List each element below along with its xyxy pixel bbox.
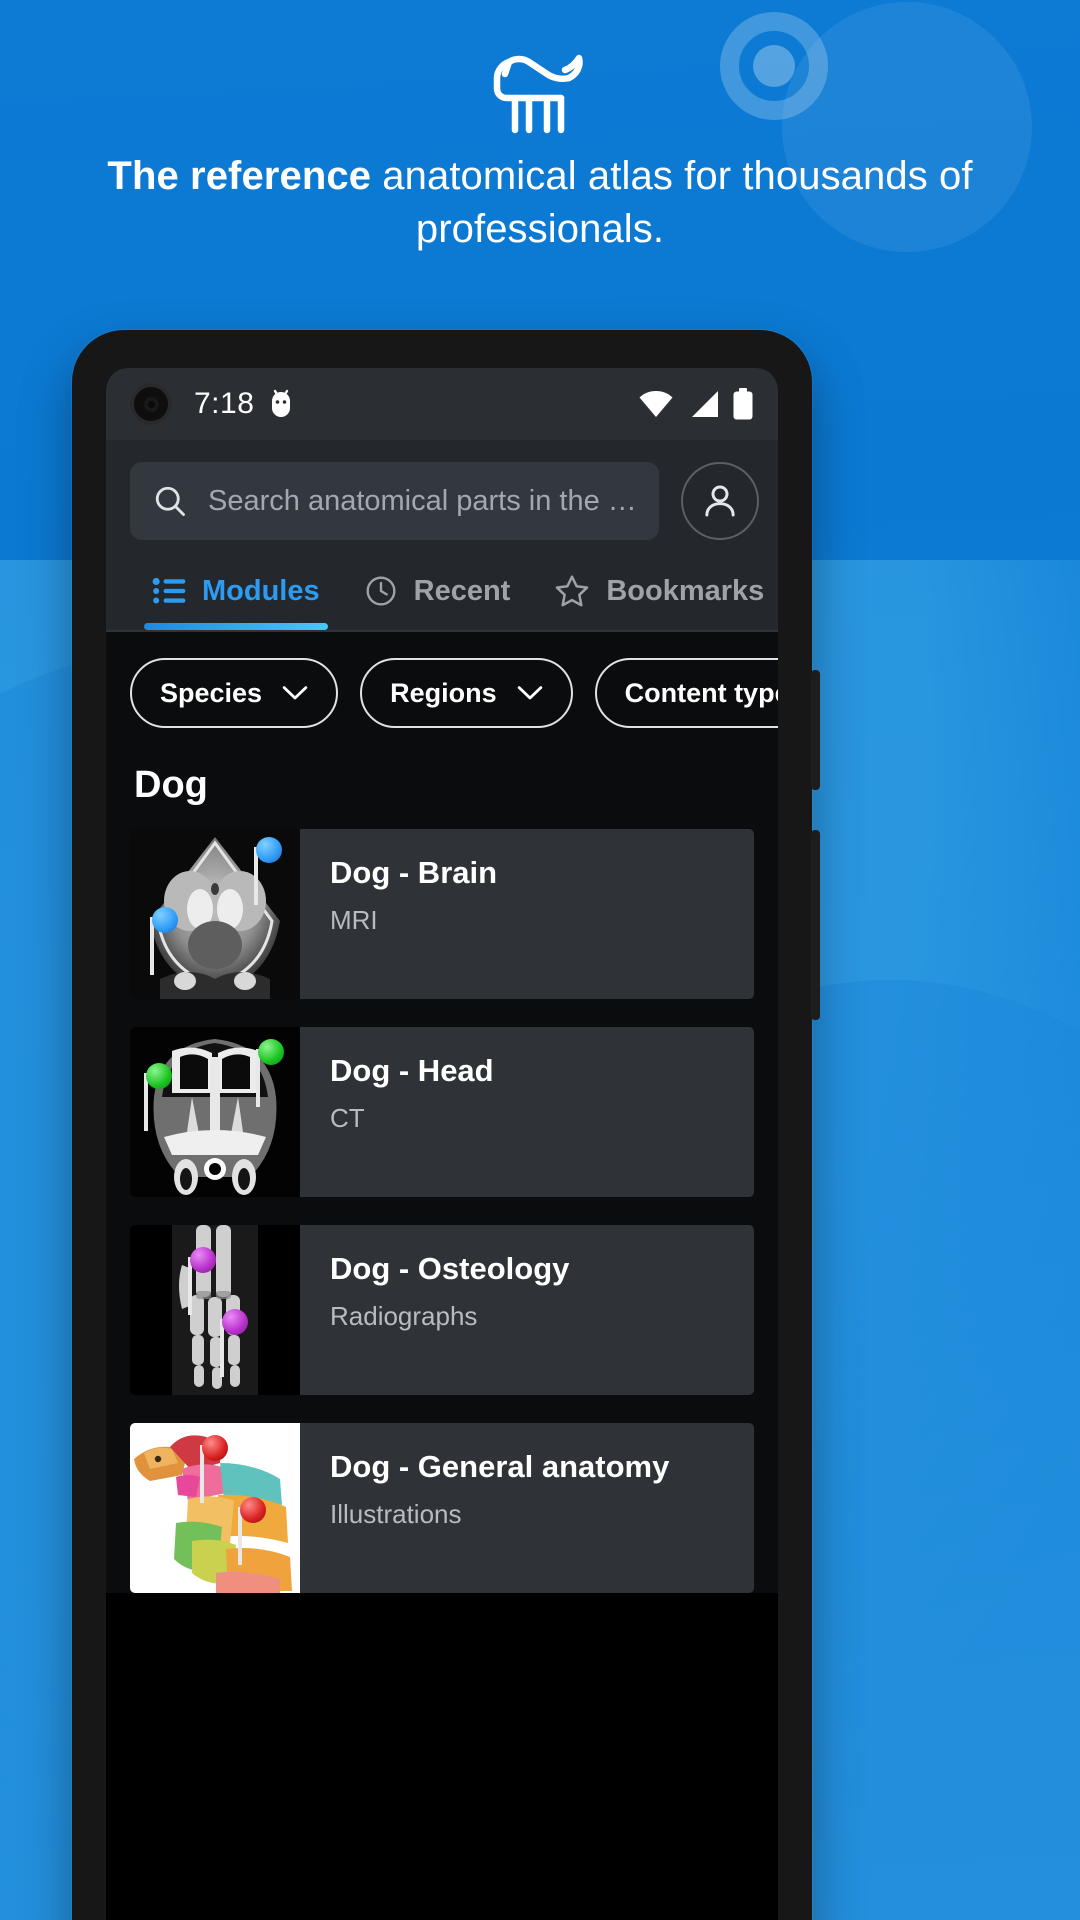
chevron-down-icon bbox=[282, 686, 308, 700]
person-account-icon[interactable] bbox=[680, 462, 759, 540]
tab-bar: Modules Recent Bookmarks bbox=[130, 558, 764, 630]
search-placeholder: Search anatomical parts in the … bbox=[208, 484, 637, 517]
filter-chip-regions-label: Regions bbox=[390, 677, 497, 708]
tab-modules[interactable]: Modules bbox=[130, 558, 342, 630]
module-title: Dog - Brain bbox=[330, 855, 498, 890]
app-top-bar: Search anatomical parts in the … Modules… bbox=[106, 440, 778, 630]
module-subtitle: Illustrations bbox=[330, 1499, 462, 1529]
module-card-dog-brain[interactable]: Dog - Brain MRI bbox=[130, 829, 754, 999]
star-outline-icon bbox=[555, 575, 589, 607]
thumbnail-ct-head bbox=[130, 1027, 300, 1197]
clock-icon bbox=[366, 576, 396, 606]
filter-chip-content-types-label: Content types bbox=[624, 677, 778, 708]
module-subtitle: CT bbox=[330, 1103, 365, 1133]
android-bug-icon bbox=[268, 389, 294, 419]
module-title: Dog - Head bbox=[330, 1053, 494, 1088]
module-subtitle: Radiographs bbox=[330, 1301, 478, 1331]
filter-chip-content-types[interactable]: Content types bbox=[594, 658, 778, 728]
module-card-text: Dog - General anatomy Illustrations bbox=[300, 1423, 669, 1593]
promo-headline: The reference anatomical atlas for thous… bbox=[60, 150, 1020, 256]
module-card-text: Dog - Brain MRI bbox=[300, 829, 497, 999]
status-bar: 7:18 bbox=[106, 368, 778, 440]
module-card-dog-general-anatomy[interactable]: Dog - General anatomy Illustrations bbox=[130, 1423, 754, 1593]
thumbnail-illustration-dog bbox=[130, 1423, 300, 1593]
filter-chip-regions[interactable]: Regions bbox=[360, 658, 573, 728]
dog-outline-icon bbox=[0, 48, 1080, 144]
thumbnail-mri-brain bbox=[130, 829, 300, 999]
promo-screenshot: The reference anatomical atlas for thous… bbox=[0, 0, 1080, 1920]
search-input[interactable]: Search anatomical parts in the … bbox=[130, 462, 659, 540]
module-subtitle: MRI bbox=[330, 905, 378, 935]
search-icon bbox=[155, 486, 185, 516]
module-title: Dog - Osteology bbox=[330, 1251, 570, 1286]
tab-bookmarks-label: Bookmarks bbox=[606, 574, 765, 607]
phone-power-button bbox=[811, 830, 820, 1020]
module-title: Dog - General anatomy bbox=[330, 1449, 670, 1484]
module-card-text: Dog - Head CT bbox=[300, 1027, 494, 1197]
tab-modules-label: Modules bbox=[202, 574, 320, 607]
thumbnail-radiograph-paw bbox=[130, 1225, 300, 1395]
search-row: Search anatomical parts in the … bbox=[130, 462, 759, 540]
list-bullets-icon bbox=[152, 577, 186, 604]
headline-rest: anatomical atlas for thousands of profes… bbox=[371, 154, 973, 252]
status-icons bbox=[638, 388, 754, 420]
filter-chip-species[interactable]: Species bbox=[130, 658, 339, 728]
battery-full-icon bbox=[733, 388, 753, 420]
tab-bookmarks[interactable]: Bookmarks bbox=[532, 558, 778, 630]
chevron-down-icon bbox=[517, 686, 542, 700]
section-title-dog: Dog bbox=[134, 764, 208, 806]
front-camera-icon bbox=[130, 383, 172, 425]
tab-recent-label: Recent bbox=[413, 574, 511, 607]
phone-screen: 7:18 Search anatomical parts in the … Mo… bbox=[106, 368, 778, 1920]
filter-chips: Species Regions Content types bbox=[130, 658, 778, 728]
phone-mockup: 7:18 Search anatomical parts in the … Mo… bbox=[72, 330, 820, 1920]
cellular-signal-icon bbox=[692, 391, 718, 417]
phone-volume-button bbox=[811, 670, 820, 790]
status-clock: 7:18 bbox=[194, 387, 255, 420]
filter-chip-species-label: Species bbox=[160, 677, 263, 708]
tab-recent[interactable]: Recent bbox=[342, 558, 533, 630]
module-card-text: Dog - Osteology Radiographs bbox=[300, 1225, 569, 1395]
headline-emphasis: The reference bbox=[107, 154, 372, 198]
module-list-screen: Species Regions Content types bbox=[106, 632, 778, 1593]
module-card-dog-osteology[interactable]: Dog - Osteology Radiographs bbox=[130, 1225, 754, 1395]
module-card-dog-head[interactable]: Dog - Head CT bbox=[130, 1027, 754, 1197]
wifi-icon bbox=[639, 391, 673, 417]
